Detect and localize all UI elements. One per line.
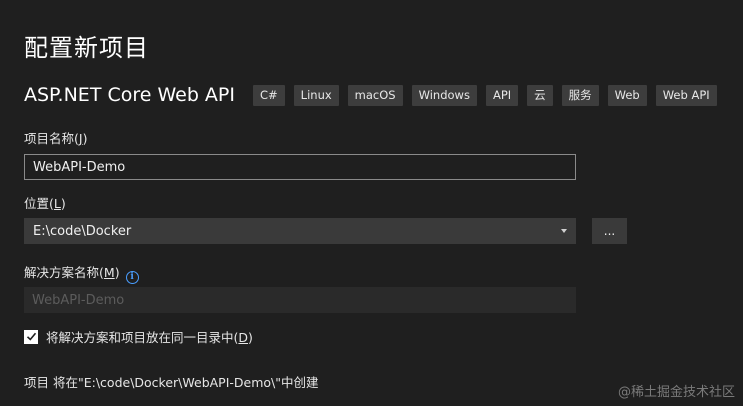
location-select[interactable]: E:\code\Docker xyxy=(24,218,576,244)
location-label-text: 位置( xyxy=(24,196,54,211)
project-name-label: 项目名称(J) xyxy=(24,128,87,147)
tag-macos: macOS xyxy=(347,84,403,106)
project-name-label-close: ) xyxy=(82,131,88,146)
checkmark-icon xyxy=(26,332,36,341)
tag-linux: Linux xyxy=(293,84,339,106)
browse-button[interactable]: ... xyxy=(592,218,627,244)
page-title: 配置新项目 xyxy=(24,34,149,62)
solution-name-input: WebAPI-Demo xyxy=(24,287,576,313)
project-name-input[interactable]: WebAPI-Demo xyxy=(24,154,576,180)
solution-name-label-close: ) xyxy=(114,265,120,280)
same-directory-label-text: 将解决方案和项目放在同一目录中( xyxy=(46,330,239,345)
tag-windows: Windows xyxy=(411,84,477,106)
watermark: @稀土掘金技术社区 xyxy=(617,385,735,400)
tag-csharp: C# xyxy=(253,84,285,106)
project-name-value: WebAPI-Demo xyxy=(33,159,126,175)
solution-name-label: 解决方案名称(M) i xyxy=(24,262,139,284)
location-label: 位置(L) xyxy=(24,193,66,212)
location-access-key: L xyxy=(53,196,61,211)
solution-name-label-text: 解决方案名称( xyxy=(24,265,104,280)
project-name-label-text: 项目名称( xyxy=(24,131,79,146)
template-tags: C# Linux macOS Windows API 云 服务 Web Web … xyxy=(253,84,726,106)
tag-service: 服务 xyxy=(561,84,599,106)
location-value: E:\code\Docker xyxy=(33,223,132,239)
template-name: ASP.NET Core Web API xyxy=(24,84,235,106)
same-directory-checkbox[interactable] xyxy=(24,329,38,344)
tag-web-api: Web API xyxy=(655,84,717,106)
tag-web: Web xyxy=(607,84,647,106)
tag-api: API xyxy=(485,84,519,106)
tag-cloud: 云 xyxy=(527,84,553,106)
project-location-summary: 项目 将在"E:\code\Docker\WebAPI-Demo\"中创建 xyxy=(24,375,319,390)
solution-name-value: WebAPI-Demo xyxy=(32,292,125,308)
solution-name-access-key: M xyxy=(103,265,115,280)
same-directory-label: 将解决方案和项目放在同一目录中(D) xyxy=(46,327,253,346)
same-directory-access-key: D xyxy=(238,330,249,345)
template-header: ASP.NET Core Web API C# Linux macOS Wind… xyxy=(24,84,726,106)
chevron-down-icon[interactable] xyxy=(561,229,567,233)
same-directory-label-close: ) xyxy=(248,330,253,345)
info-icon[interactable]: i xyxy=(125,270,139,284)
location-label-close: ) xyxy=(60,196,66,211)
same-directory-option[interactable]: 将解决方案和项目放在同一目录中(D) xyxy=(24,327,253,346)
